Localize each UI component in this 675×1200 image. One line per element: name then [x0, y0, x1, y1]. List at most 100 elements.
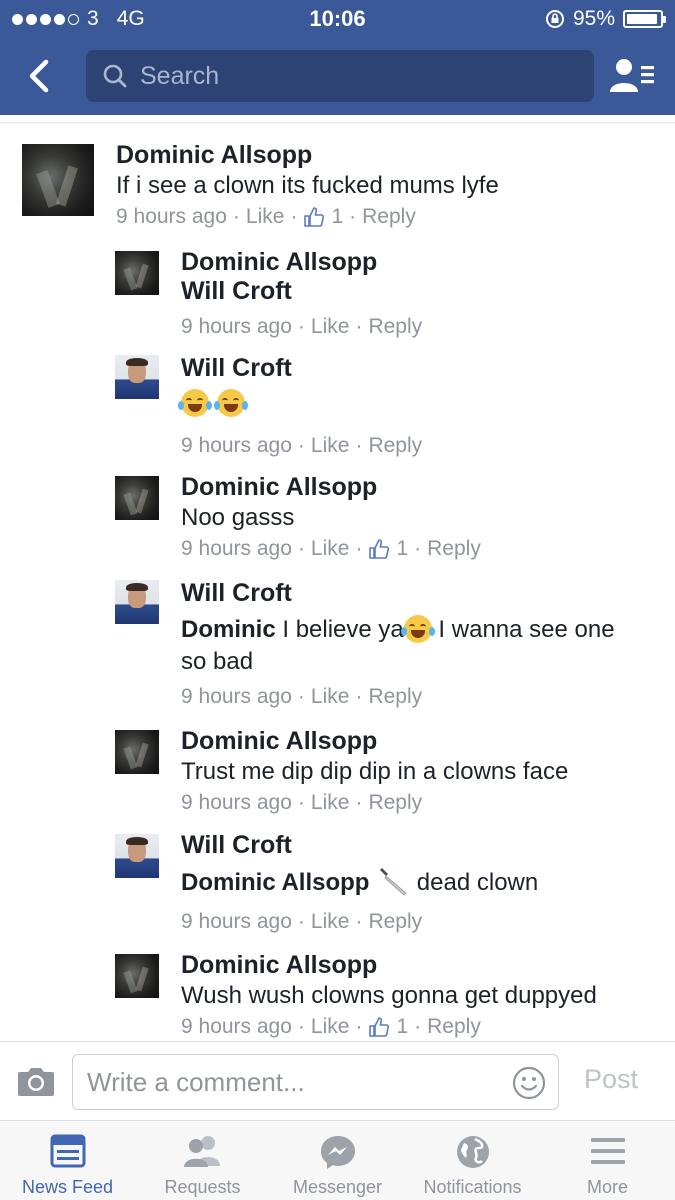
comment-text: If i see a clown its fucked mums lyfe	[116, 172, 499, 199]
separator: ·	[355, 685, 363, 708]
separator: ·	[355, 434, 363, 457]
globe-icon	[456, 1136, 489, 1168]
thumbs-up-icon	[369, 1017, 390, 1037]
avatar[interactable]	[115, 730, 159, 774]
avatar[interactable]	[115, 251, 159, 295]
reply-meta: 9 hours ago · Like · Reply	[181, 684, 660, 710]
like-link[interactable]: Like	[311, 790, 350, 816]
reply-text-part: so bad	[181, 648, 254, 675]
like-link[interactable]: Like	[311, 314, 350, 340]
like-link[interactable]: Like	[311, 1014, 350, 1040]
avatar[interactable]	[22, 144, 94, 216]
separator: ·	[297, 791, 305, 814]
separator: ·	[414, 1015, 422, 1038]
reply-time: 9 hours ago	[181, 1015, 292, 1038]
reply-author[interactable]: Dominic Allsopp	[181, 726, 568, 756]
reply-link[interactable]: Reply	[368, 314, 422, 340]
friend-requests-icon[interactable]	[608, 56, 656, 96]
nav-bar	[0, 38, 675, 115]
like-link[interactable]: Like	[311, 909, 350, 935]
menu-icon	[590, 1138, 625, 1164]
status-bar: 3 4G 10:06 95%	[0, 0, 675, 38]
reply-text: Trust me dip dip dip in a clowns face	[181, 758, 569, 785]
emoji-row	[178, 383, 422, 421]
reply-link[interactable]: Reply	[368, 684, 422, 710]
tab-requests[interactable]: Requests	[135, 1121, 270, 1200]
requests-icon	[183, 1136, 220, 1167]
separator: ·	[297, 910, 305, 933]
back-arrow-icon[interactable]	[22, 56, 58, 96]
tab-news-feed[interactable]: News Feed	[0, 1121, 135, 1200]
tab-label: Messenger	[292, 1177, 383, 1197]
avatar[interactable]	[115, 476, 159, 520]
comment-time: 9 hours ago	[116, 205, 227, 228]
reply-link[interactable]: Reply	[368, 433, 422, 459]
like-link[interactable]: Like	[311, 684, 350, 710]
reply-author[interactable]: Will Croft	[181, 830, 538, 860]
search-bar[interactable]	[86, 50, 594, 102]
reply-link[interactable]: Reply	[362, 204, 416, 230]
like-link[interactable]: Like	[246, 204, 285, 230]
reply-text-part: I wanna see one	[431, 616, 615, 643]
tab-label: Notifications	[423, 1177, 522, 1197]
tears-of-joy-emoji-icon	[214, 389, 249, 417]
smiley-icon[interactable]	[512, 1066, 546, 1100]
post-button[interactable]: Post	[584, 1064, 638, 1095]
separator: ·	[297, 434, 305, 457]
reply-meta: 9 hours ago · Like · 1 · Reply	[181, 1014, 597, 1040]
reply-time: 9 hours ago	[181, 685, 292, 708]
avatar[interactable]	[115, 580, 159, 624]
reply-link[interactable]: Reply	[427, 1014, 481, 1040]
avatar[interactable]	[115, 355, 159, 399]
camera-icon[interactable]	[16, 1064, 56, 1098]
news-feed-icon	[50, 1134, 85, 1168]
reply-text-part: dead clown	[416, 869, 539, 896]
reply-time: 9 hours ago	[181, 791, 292, 814]
reply-time: 9 hours ago	[181, 537, 292, 560]
reply-author[interactable]: Dominic Allsopp	[181, 472, 481, 502]
tears-of-joy-emoji-icon	[178, 389, 212, 417]
separator: ·	[232, 205, 240, 228]
tab-label: More	[586, 1177, 628, 1197]
reply-link[interactable]: Reply	[427, 536, 481, 562]
tab-label: News Feed	[21, 1177, 114, 1197]
reply-author[interactable]: Will Croft	[181, 578, 660, 608]
tab-label: Requests	[164, 1177, 241, 1197]
reply-meta: 9 hours ago · Like · Reply	[181, 314, 422, 340]
mention-tag[interactable]: Dominic	[181, 616, 276, 643]
tab-messenger[interactable]: Messenger	[270, 1121, 405, 1200]
reply-link[interactable]: Reply	[368, 790, 422, 816]
tab-bar: News Feed Requests Messenger Notificatio…	[0, 1120, 675, 1200]
separator: ·	[297, 315, 305, 338]
rotation-lock-icon	[545, 10, 564, 28]
reply-author[interactable]: Dominic Allsopp	[181, 950, 597, 980]
reply-text: Wush wush clowns gonna get duppyed	[181, 982, 597, 1009]
comment-meta: 9 hours ago · Like · 1 · Reply	[116, 204, 499, 230]
reply-author[interactable]: Will Croft	[181, 353, 422, 383]
comment-composer: Post	[0, 1041, 675, 1120]
tab-more[interactable]: More	[540, 1121, 675, 1200]
avatar[interactable]	[115, 954, 159, 998]
search-input[interactable]	[140, 61, 540, 91]
tears-of-joy-emoji-icon	[400, 615, 435, 643]
mention-tag[interactable]: Dominic Allsopp	[181, 869, 369, 896]
comment-author[interactable]: Dominic Allsopp	[116, 140, 499, 170]
reply-author[interactable]: Dominic Allsopp	[181, 247, 422, 277]
reply-text-part: I believe ya	[282, 616, 404, 643]
comment-input[interactable]	[87, 1066, 497, 1098]
like-link[interactable]: Like	[311, 536, 350, 562]
reply-text: Noo gasss	[181, 504, 295, 531]
mention-tag[interactable]: Will Croft	[181, 276, 422, 306]
avatar[interactable]	[115, 834, 159, 878]
separator: ·	[349, 205, 357, 228]
like-count: 1	[331, 205, 344, 228]
reply-text: Dominic I believe ya I wanna see one so …	[181, 614, 660, 678]
reply-link[interactable]: Reply	[368, 909, 422, 935]
battery-group: 95%	[545, 7, 666, 31]
separator: ·	[355, 315, 363, 338]
messenger-icon	[320, 1136, 355, 1169]
reply-meta: 9 hours ago · Like · Reply	[181, 909, 538, 935]
like-link[interactable]: Like	[311, 433, 350, 459]
comment-field[interactable]	[72, 1054, 559, 1110]
tab-notifications[interactable]: Notifications	[405, 1121, 540, 1200]
